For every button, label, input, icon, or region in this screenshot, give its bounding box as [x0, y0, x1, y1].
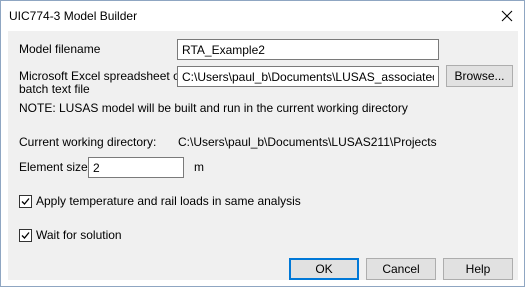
apply-loads-label[interactable]: Apply temperature and rail loads in same… [36, 194, 301, 208]
close-button[interactable] [490, 1, 524, 31]
dialog-window: UIC774-3 Model Builder Model filename Mi… [0, 0, 525, 287]
window-title: UIC774-3 Model Builder [9, 9, 138, 23]
element-size-label: Element size [19, 160, 88, 174]
ok-button[interactable]: OK [289, 258, 359, 280]
close-icon [501, 10, 513, 22]
excel-file-label-line1: Microsoft Excel spreadsheet or [19, 69, 184, 83]
cancel-button[interactable]: Cancel [366, 258, 436, 280]
cwd-label: Current working directory: [19, 135, 157, 149]
apply-loads-checkbox[interactable] [19, 195, 32, 208]
wait-for-solution-label[interactable]: Wait for solution [36, 228, 122, 242]
browse-button[interactable]: Browse... [446, 65, 513, 87]
cwd-value: C:\Users\paul_b\Documents\LUSAS211\Proje… [178, 135, 437, 149]
wait-for-solution-checkbox[interactable] [19, 229, 32, 242]
element-size-unit: m [194, 160, 204, 174]
excel-file-input[interactable] [177, 66, 439, 87]
title-bar[interactable]: UIC774-3 Model Builder [1, 1, 524, 31]
model-filename-label: Model filename [19, 42, 101, 56]
excel-file-label-line2: batch text file [19, 82, 90, 96]
element-size-input[interactable] [88, 157, 184, 178]
model-filename-input[interactable] [177, 39, 439, 60]
note-text: NOTE: LUSAS model will be built and run … [19, 101, 408, 115]
checkmark-icon [21, 198, 30, 205]
help-button[interactable]: Help [443, 258, 513, 280]
dialog-body: Model filename Microsoft Excel spreadshe… [8, 31, 518, 280]
checkmark-icon [21, 232, 30, 239]
